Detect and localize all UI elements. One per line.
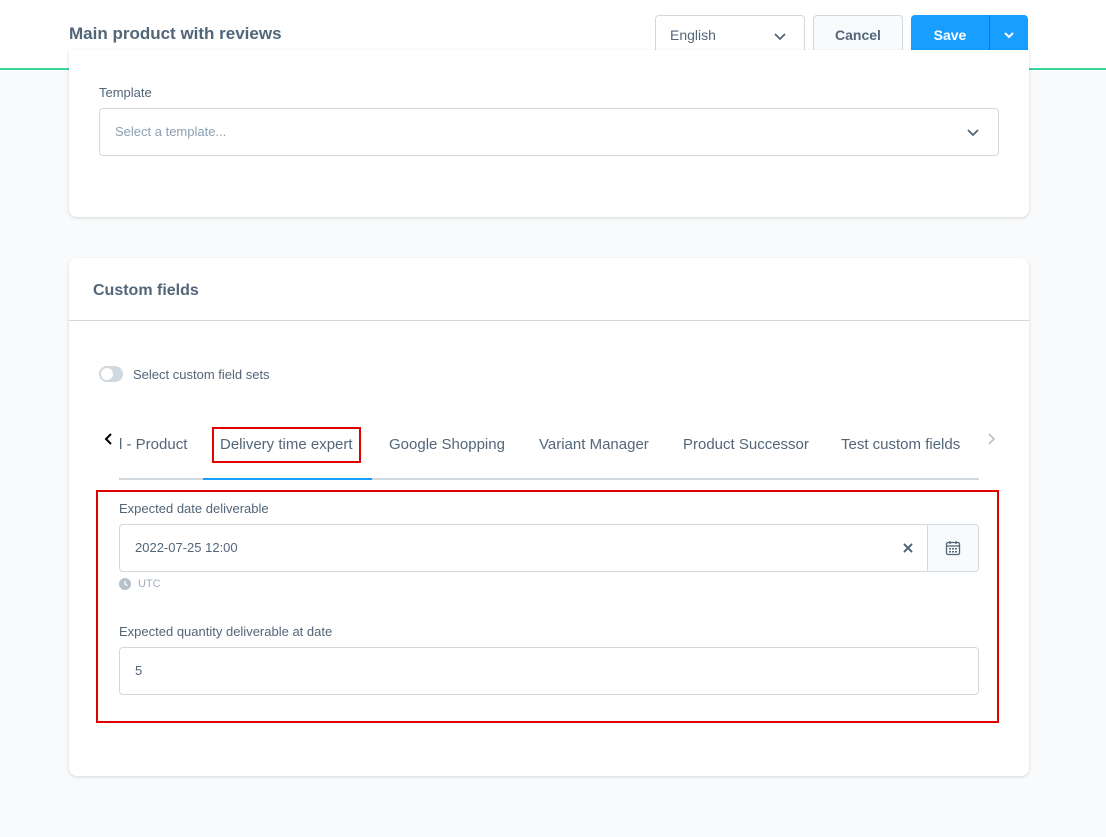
tab-variant-manager[interactable]: Variant Manager — [539, 436, 649, 453]
tab-test-custom-fields[interactable]: Test custom fields — [841, 436, 960, 453]
chevron-left-icon[interactable] — [103, 432, 115, 446]
quantity-field[interactable]: 5 — [119, 647, 979, 695]
date-value: 2022-07-25 12:00 — [135, 540, 238, 555]
save-button[interactable]: Save — [911, 15, 989, 55]
chevron-down-icon — [967, 129, 979, 137]
custom-field-sets-toggle[interactable] — [99, 366, 123, 382]
calendar-icon — [945, 541, 961, 556]
quantity-value: 5 — [135, 663, 143, 678]
custom-fields-card: Custom fields Select custom field sets l… — [69, 258, 1029, 776]
language-value: English — [670, 27, 716, 43]
tab-google-shopping[interactable]: Google Shopping — [389, 436, 505, 453]
divider — [69, 320, 1029, 321]
custom-field-tabs: l - Product Delivery time expert Google … — [104, 418, 996, 480]
active-tab-indicator — [203, 478, 372, 480]
quantity-field-label: Expected quantity deliverable at date — [119, 624, 333, 639]
template-label: Template — [99, 85, 152, 100]
page-title: Main product with reviews — [69, 24, 282, 43]
calendar-button[interactable] — [927, 525, 978, 571]
save-options-button[interactable] — [989, 15, 1028, 55]
template-card: Template Select a template... — [69, 50, 1029, 217]
clock-icon — [119, 578, 131, 590]
template-placeholder: Select a template... — [115, 124, 227, 139]
template-select[interactable]: Select a template... — [99, 108, 999, 156]
date-field-label: Expected date deliverable — [119, 501, 269, 516]
custom-fields-title: Custom fields — [93, 282, 199, 299]
toggle-label: Select custom field sets — [133, 367, 270, 382]
tab-product[interactable]: l - Product — [119, 436, 187, 453]
chevron-right-icon[interactable] — [985, 432, 997, 446]
date-field[interactable]: 2022-07-25 12:00 — [119, 524, 979, 572]
language-select[interactable]: English — [655, 15, 805, 55]
tab-product-successor[interactable]: Product Successor — [683, 436, 809, 453]
tab-highlight-annotation — [212, 427, 361, 463]
timezone-label: UTC — [138, 578, 161, 590]
cancel-button[interactable]: Cancel — [813, 15, 903, 55]
chevron-down-icon — [774, 33, 786, 41]
chevron-down-icon — [1004, 32, 1014, 39]
clear-icon[interactable] — [903, 543, 913, 553]
